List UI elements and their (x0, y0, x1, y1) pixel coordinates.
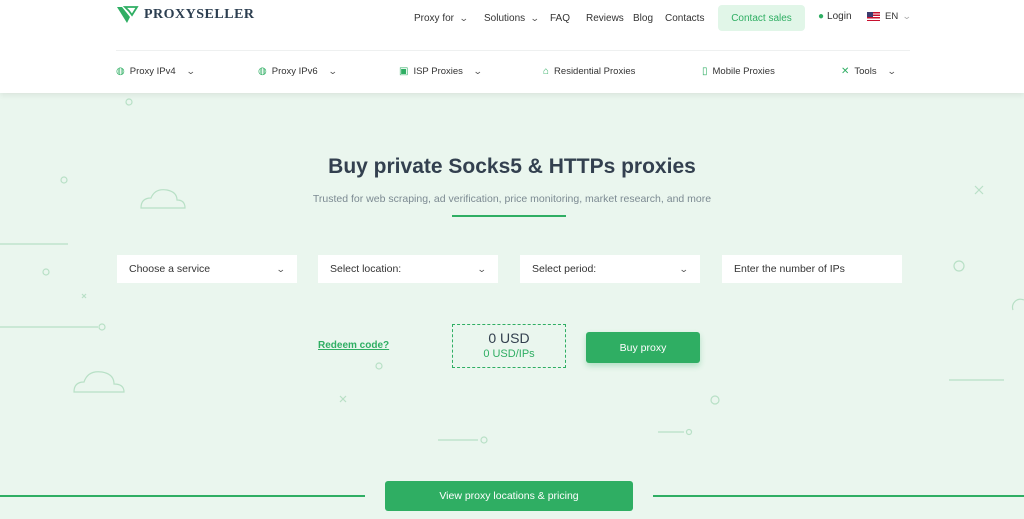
us-flag-icon (867, 12, 880, 21)
period-select[interactable]: Select period: ⌄ (520, 255, 700, 283)
subnav-label: Tools (854, 65, 877, 77)
globe-icon: ◍ (258, 65, 267, 77)
nav-label: Solutions (484, 12, 526, 24)
logo-icon (117, 6, 139, 23)
view-pricing-button[interactable]: View proxy locations & pricing (385, 481, 633, 511)
login-link[interactable]: ● Login (818, 11, 852, 22)
location-select-value: Select location: (330, 263, 402, 275)
subnav-label: Proxy IPv4 (129, 65, 176, 77)
page-subtitle: Trusted for web scraping, ad verificatio… (312, 193, 712, 205)
header: PROXYSELLER Proxy for ⌄ Solutions ⌄ FAQ Re… (0, 0, 1024, 93)
house-icon: ⌂ (543, 65, 550, 77)
redeem-code-link[interactable]: Redeem code? (318, 340, 389, 351)
subnav-label: Mobile Proxies (712, 65, 775, 77)
language-label: EN (885, 11, 899, 22)
total-price: 0 USD (488, 330, 530, 346)
chevron-down-icon: ⌄ (886, 65, 897, 76)
tools-icon: ✕ (841, 65, 850, 77)
header-divider (116, 50, 910, 51)
subnav-label: ISP Proxies (413, 65, 463, 77)
nav-reviews[interactable]: Reviews (586, 0, 624, 36)
title-underline (452, 215, 566, 217)
nav-label: FAQ (550, 12, 571, 24)
service-select-value: Choose a service (129, 263, 211, 275)
period-select-value: Select period: (532, 263, 597, 275)
chevron-down-icon: ⌄ (327, 65, 338, 76)
nav-blog[interactable]: Blog (633, 0, 653, 36)
section-divider-left (0, 495, 365, 497)
subnav-mobile-proxies[interactable]: ▯ Mobile Proxies (702, 62, 775, 80)
ip-count-input[interactable]: Enter the number of IPs (722, 255, 902, 283)
nav-proxy-for[interactable]: Proxy for ⌄ (414, 0, 469, 36)
nav-faq[interactable]: FAQ (550, 0, 570, 36)
logo[interactable]: PROXYSELLER (116, 5, 255, 25)
section-divider-right (653, 495, 1024, 497)
price-per-ip: 0 USD/IPs (483, 348, 535, 360)
subnav-proxy-ipv6[interactable]: ◍ Proxy IPv6 ⌄ (258, 62, 338, 80)
chevron-down-icon: ⌄ (477, 263, 488, 274)
ip-count-placeholder: Enter the number of IPs (734, 263, 845, 275)
chevron-down-icon: ⌄ (679, 263, 690, 274)
chevron-down-icon: ⌄ (530, 12, 540, 23)
chevron-down-icon: ⌄ (185, 65, 196, 76)
nav-contacts[interactable]: Contacts (665, 0, 704, 36)
phone-icon: ▯ (702, 65, 708, 77)
subnav-tools[interactable]: ✕ Tools ⌄ (841, 62, 897, 80)
brand-name: PROXYSELLER (144, 7, 255, 22)
service-select[interactable]: Choose a service ⌄ (117, 255, 297, 283)
nav-label: Contacts (665, 12, 705, 24)
nav-solutions[interactable]: Solutions ⌄ (484, 0, 540, 36)
chevron-down-icon: ⌄ (472, 65, 483, 76)
language-selector[interactable]: EN ⌄ (867, 11, 912, 22)
contact-sales-button[interactable]: Contact sales (718, 5, 805, 31)
chevron-down-icon: ⌄ (458, 12, 469, 23)
location-select[interactable]: Select location: ⌄ (318, 255, 498, 283)
nav-label: Proxy for (414, 12, 455, 24)
subnav-label: Residential Proxies (554, 65, 636, 77)
subnav-isp-proxies[interactable]: ▣ ISP Proxies ⌄ (399, 62, 483, 80)
price-display: 0 USD 0 USD/IPs (452, 324, 566, 368)
page-title: Buy private Socks5 & HTTPs proxies (328, 155, 696, 178)
chevron-down-icon: ⌄ (276, 263, 287, 274)
user-icon: ● (818, 11, 825, 22)
nav-label: Blog (633, 12, 654, 24)
nav-label: Reviews (586, 12, 624, 24)
subnav-label: Proxy IPv6 (271, 65, 318, 77)
globe-icon: ◍ (116, 65, 125, 77)
chevron-down-icon: ⌄ (902, 11, 912, 21)
login-label: Login (827, 11, 852, 22)
buy-proxy-button[interactable]: Buy proxy (586, 332, 700, 363)
subnav-proxy-ipv4[interactable]: ◍ Proxy IPv4 ⌄ (116, 62, 196, 80)
subnav-residential-proxies[interactable]: ⌂ Residential Proxies (543, 62, 635, 80)
server-icon: ▣ (399, 65, 409, 77)
